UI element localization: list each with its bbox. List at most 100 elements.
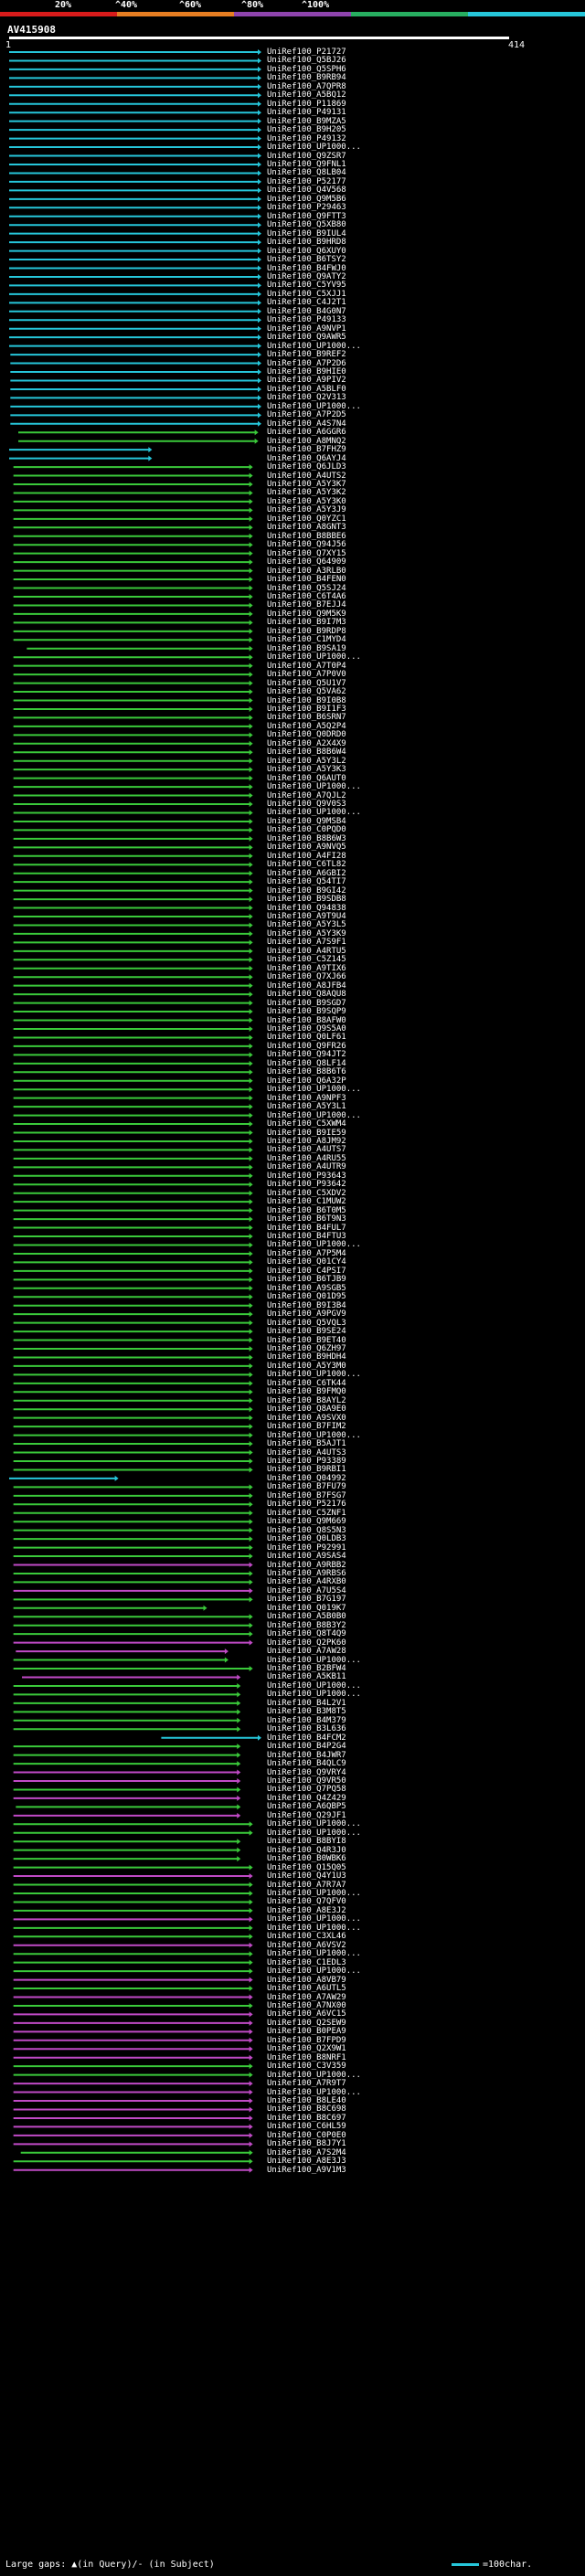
alignment-arrowhead [249,1907,253,1913]
alignment-arrowhead [249,1666,253,1672]
alignment-arrowhead [249,1484,253,1490]
alignment-arrowhead [249,922,253,928]
alignment-arrowhead [258,205,261,211]
alignment-arrowhead [249,1095,253,1101]
alignment-arrowhead [249,1986,253,1992]
alignment-arrowhead [258,420,261,427]
alignment-arrowhead [249,1492,253,1499]
alignment-arrowhead [249,1397,253,1404]
alignment-arrowhead [249,2046,253,2052]
alignment-arrowhead [249,715,253,721]
alignment-arrowhead [249,1596,253,1603]
alignment-arrowhead [249,1129,253,1136]
alignment-arrowhead [258,300,261,306]
alignment-arrowhead [249,1821,253,1828]
alignment-arrowhead [258,395,261,401]
alignment-arrowhead [258,273,261,280]
alignment-arrowhead [237,1709,241,1715]
alignment-arrowhead [249,2158,253,2165]
alignment-arrowhead [249,930,253,937]
alignment-arrowhead [249,1346,253,1352]
alignment-arrowhead [249,775,253,781]
alignment-arrowhead [249,1112,253,1118]
alignment-arrowhead [249,862,253,868]
alignment-arrowhead [249,464,253,471]
alignment-arrowhead [249,2019,253,2026]
alignment-arrowhead [249,705,253,712]
alignment-arrowhead [249,1890,253,1896]
alignment-arrowhead [249,1147,253,1153]
alignment-arrowhead [237,1856,241,1862]
large-gaps-note: Large gaps: ▲(in Query)/- (in Subject) [5,2560,215,2570]
alignment-arrowhead [249,2098,253,2104]
alignment-arrowhead [249,1104,253,1110]
alignment-arrowhead [249,654,253,661]
alignment-arrowhead [249,1182,253,1188]
alignment-arrowhead [249,663,253,669]
alignment-arrowhead [249,870,253,876]
alignment-arrowhead [258,153,261,159]
alignment-arrowhead [148,455,153,461]
alignment-arrowhead [249,810,253,816]
alignment-arrowhead [249,498,253,504]
alignment-arrowhead [237,1682,241,1689]
alignment-arrowhead [249,1510,253,1516]
alignment-arrowhead [249,1977,253,1983]
legend-swatch [452,2562,479,2566]
alignment-arrowhead [249,887,253,894]
alignment-arrowhead [249,1372,253,1378]
alignment-arrowhead [258,66,261,72]
alignment-arrowhead [249,1570,253,1576]
alignment-arrowhead [249,1017,253,1023]
hit-label[interactable]: UniRef100_A9V1M3 [267,2166,346,2175]
alignment-arrowhead [249,1829,253,1836]
alignment-arrowhead [249,1224,253,1231]
alignment-arrowhead [249,879,253,885]
alignment-arrowhead [249,1934,253,1940]
alignment-arrowhead [258,92,261,99]
alignment-arrowhead [249,1329,253,1335]
alignment-arrowhead [249,1959,253,1966]
alignment-arrowhead [258,58,261,64]
alignment-arrowhead [258,282,261,289]
alignment-arrowhead [249,1138,253,1144]
alignment-arrowhead [258,369,261,376]
alignment-arrowhead [237,1795,241,1801]
alignment-arrowhead [258,75,261,81]
alignment-arrowhead [249,2081,253,2087]
alignment-arrowhead [258,135,261,142]
alignment-arrowhead [249,758,253,764]
alignment-arrowhead [258,170,261,176]
alignment-arrowhead [249,1994,253,2000]
alignment-arrowhead [249,723,253,729]
alignment-arrowhead [249,2063,253,2070]
alignment-arrowhead [237,1761,241,1767]
alignment-arrowhead [258,386,261,392]
alignment-arrowhead [249,1441,253,1447]
alignment-arrowhead [224,1657,229,1663]
alignment-arrowhead [258,127,261,133]
alignment-arrowhead [249,680,253,686]
alignment-arrowhead [249,1458,253,1464]
alignment-arrowhead [249,1172,253,1179]
alignment-arrowhead [249,550,253,557]
alignment-arrowhead [249,490,253,496]
alignment-arrowhead [258,230,261,237]
alignment-arrowhead [258,101,261,107]
alignment-arrowhead [249,1924,253,1931]
alignment-arrowhead [258,178,261,185]
alignment-arrowhead [249,818,253,824]
alignment-arrowhead [258,222,261,228]
alignment-arrowhead [249,2106,253,2113]
alignment-arrowhead [249,507,253,514]
alignment-arrowhead [237,1778,241,1784]
alignment-arrowhead [237,1804,241,1810]
alignment-arrowhead [237,1769,241,1776]
alignment-arrowhead [249,1052,253,1058]
alignment-arrowhead [203,1605,207,1611]
alignment-arrowhead [249,637,253,643]
alignment-arrowhead [249,1432,253,1438]
alignment-arrowhead [237,1674,241,1680]
alignment-arrowhead [249,1406,253,1413]
alignment-arrowhead [258,412,261,419]
